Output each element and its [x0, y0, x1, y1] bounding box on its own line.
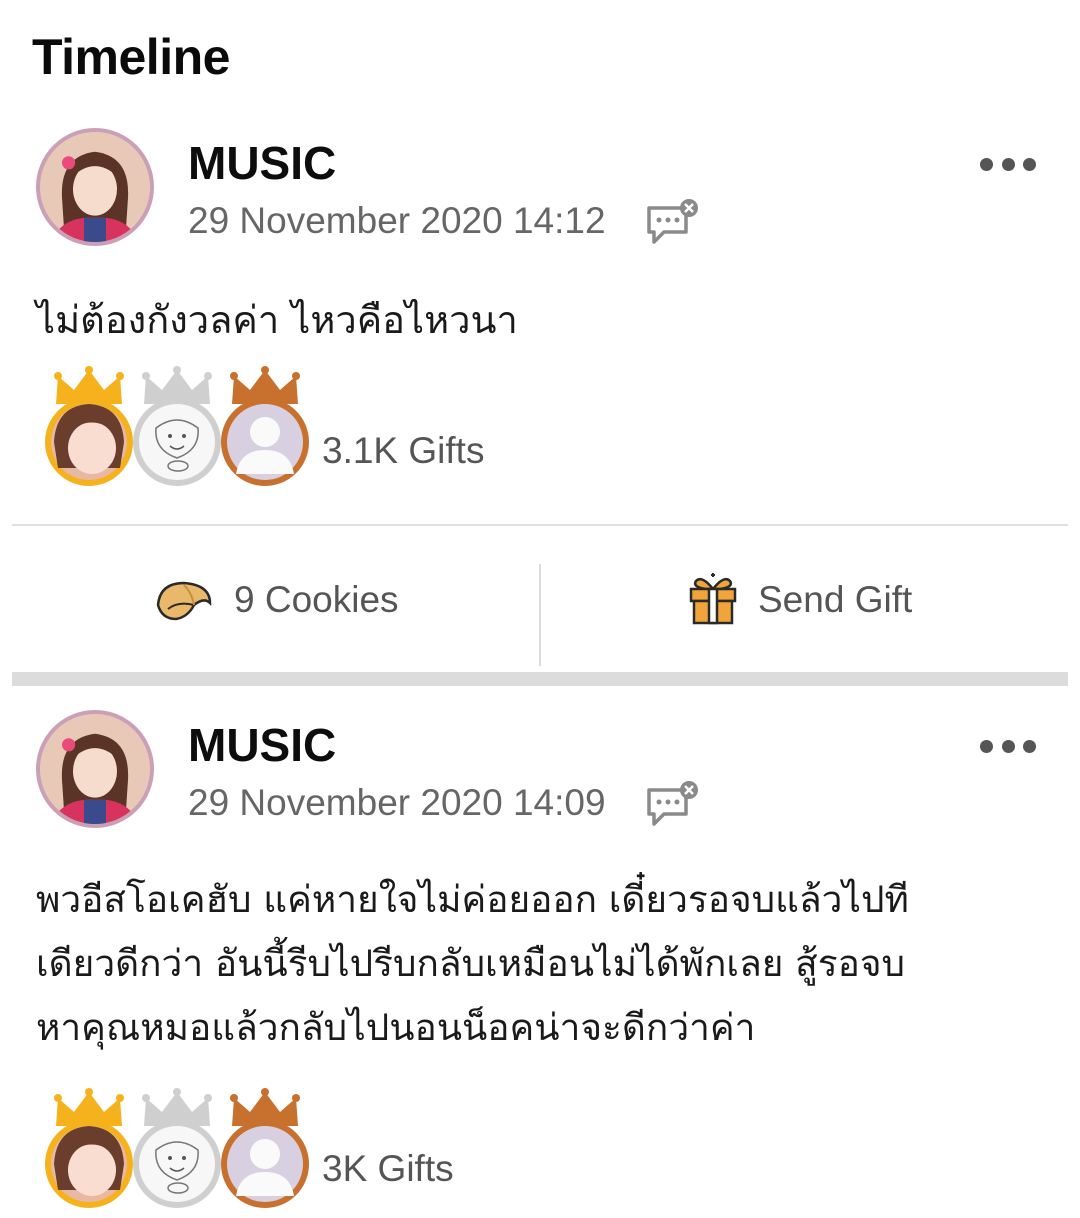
post-action-bar: 9 Cookies Send Gift [0, 540, 1080, 666]
send-gift-button[interactable]: Send Gift [688, 540, 912, 660]
divider [12, 524, 1068, 526]
gift-count[interactable]: 3.1K Gifts [322, 430, 484, 472]
post-timestamp: 29 November 2020 14:09 [188, 782, 606, 823]
author-name[interactable]: MUSIC [188, 718, 336, 772]
fortune-cookie-icon [156, 581, 212, 621]
cookies-label: 9 Cookies [234, 579, 399, 620]
gifter-bronze [216, 362, 314, 492]
top-gifters[interactable] [40, 362, 500, 492]
comment-disabled-icon [647, 781, 698, 826]
more-options-icon[interactable] [980, 735, 1036, 757]
action-separator [539, 564, 541, 666]
gift-count[interactable]: 3K Gifts [322, 1148, 454, 1190]
post-text: พวอีสโอเคฮับ แค่หายใจไม่ค่อยออก เดี๋ยวรอ… [36, 878, 909, 1049]
send-gift-label: Send Gift [758, 579, 913, 620]
gifter-gold [40, 362, 138, 492]
post-separator [12, 672, 1068, 686]
author-avatar[interactable] [36, 128, 154, 246]
gifter-gold [40, 1084, 138, 1214]
gift-box-icon [689, 573, 737, 625]
gifter-bronze [216, 1084, 314, 1214]
more-options-icon[interactable] [980, 153, 1036, 175]
page-title: Timeline [32, 29, 230, 85]
post-text: ไม่ต้องกังวลค่า ไหวคือไหวนา [36, 298, 518, 342]
avatar-image [40, 714, 150, 824]
post-timestamp: 29 November 2020 14:12 [188, 200, 606, 241]
author-avatar[interactable] [36, 710, 154, 828]
avatar-image [40, 132, 150, 242]
cookies-button[interactable]: 9 Cookies [154, 540, 399, 660]
author-name[interactable]: MUSIC [188, 136, 336, 190]
gifter-silver [128, 362, 226, 492]
comment-disabled-icon [647, 199, 698, 244]
gifter-silver [128, 1084, 226, 1214]
